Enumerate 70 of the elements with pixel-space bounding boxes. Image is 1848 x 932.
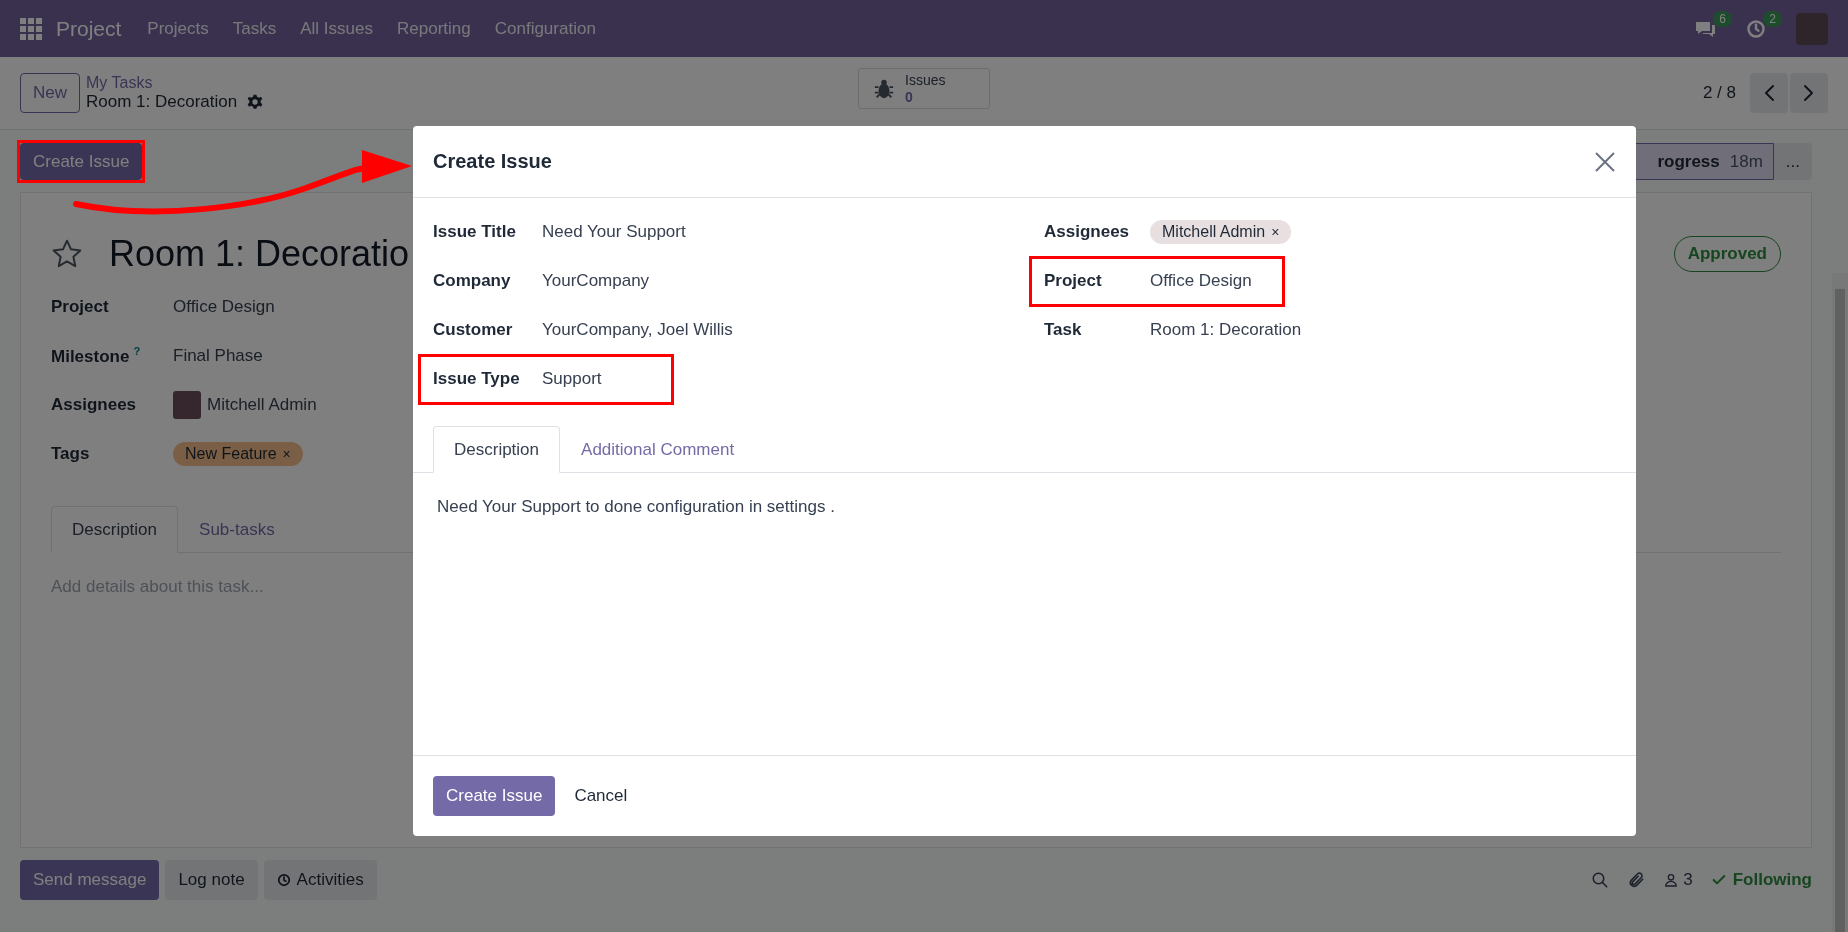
field-label: Issue Title	[433, 222, 517, 242]
search-icon[interactable]	[1591, 871, 1610, 889]
pager-text: 2 / 8	[1702, 83, 1736, 103]
cancel-button[interactable]: Cancel	[561, 776, 641, 816]
chevron-left-icon	[1763, 84, 1775, 102]
clock-icon[interactable]	[1746, 18, 1766, 39]
record-title: Room 1: Decoration	[86, 92, 238, 112]
new-button[interactable]: New	[20, 73, 80, 113]
field-value: Need Your Support	[542, 222, 686, 242]
field-label: Customer	[433, 320, 514, 340]
count-badge: 6	[1713, 10, 1732, 27]
following-button[interactable]: Following	[1710, 870, 1812, 890]
close-button[interactable]	[1594, 150, 1616, 173]
chevron-right-icon	[1803, 84, 1815, 102]
field-label: Milestone $^{?}$	[51, 345, 142, 367]
field-label: Company	[433, 271, 512, 291]
apps-grid-icon[interactable]	[20, 17, 42, 40]
menu-item[interactable]: Reporting	[397, 18, 471, 39]
chatter-button[interactable]: Log note	[165, 860, 258, 900]
field-label: Assignees	[1044, 222, 1131, 242]
remove-icon[interactable]: ×	[282, 446, 291, 462]
chatter-button[interactable]: Activities	[263, 860, 377, 900]
paperclip-icon[interactable]	[1627, 871, 1646, 889]
field-value: YourCompany	[542, 271, 650, 291]
person-icon	[1663, 872, 1680, 888]
clock-icon	[276, 873, 291, 887]
tab[interactable]: Description	[51, 506, 179, 553]
count-badge: 2	[1763, 10, 1782, 27]
create-issue-button[interactable]: Create Issue	[20, 143, 143, 180]
field-value: Final Phase	[173, 346, 263, 366]
next-button[interactable]	[1790, 73, 1828, 113]
help-icon: ?	[133, 345, 141, 358]
menu-item[interactable]: Configuration	[494, 18, 596, 39]
gear-icon[interactable]	[247, 94, 264, 110]
field-label: Project	[51, 297, 110, 317]
field-value: Office Design	[173, 297, 275, 317]
field-label: Tags	[51, 444, 91, 464]
followers-button[interactable]: 3	[1663, 870, 1693, 890]
previous-button[interactable]	[1750, 73, 1788, 113]
app-name[interactable]: Project	[56, 16, 122, 41]
chatter-button[interactable]: Send message	[20, 860, 160, 900]
menu-item[interactable]: Tasks	[232, 18, 277, 39]
more-stages-button[interactable]: ...	[1773, 143, 1812, 180]
remove-icon[interactable]: ×	[1271, 224, 1280, 240]
field-value: Support	[542, 369, 602, 389]
issues-smart-button[interactable]: Issues 0	[858, 68, 990, 109]
star-icon[interactable]	[51, 238, 83, 270]
breadcrumb-link[interactable]: My Tasks	[86, 74, 264, 92]
tab[interactable]: Additional Comment	[560, 426, 756, 473]
description-text: Need Your Support to done configuration in settings .	[437, 497, 836, 517]
field-value: YourCompany, Joel Willis	[542, 320, 733, 340]
field-value: Office Design	[1150, 271, 1252, 291]
field-value: Mitchell Admin	[207, 395, 317, 415]
field-value: Room 1: Decoration	[1150, 320, 1302, 340]
task-title: Room 1: Decoratio	[109, 233, 410, 275]
dialog-title: Create Issue	[433, 150, 552, 173]
create-issue-button[interactable]: Create Issue	[433, 776, 556, 816]
tag[interactable]: Mitchell Admin ×	[1150, 220, 1292, 244]
field-label: Assignees	[51, 395, 138, 415]
bug-icon	[873, 77, 895, 100]
tab[interactable]: Description	[433, 426, 561, 473]
field-label: Task	[1044, 320, 1083, 340]
tag[interactable]: New Feature ×	[173, 442, 303, 466]
avatar	[173, 391, 201, 419]
menu-item[interactable]: All Issues	[300, 18, 373, 39]
tab[interactable]: Sub-tasks	[178, 506, 296, 553]
menu-item[interactable]: Projects	[147, 18, 209, 39]
field-label: Issue Type	[433, 369, 521, 389]
field-label: Project	[1044, 271, 1103, 291]
scrollbar[interactable]	[1832, 273, 1848, 932]
